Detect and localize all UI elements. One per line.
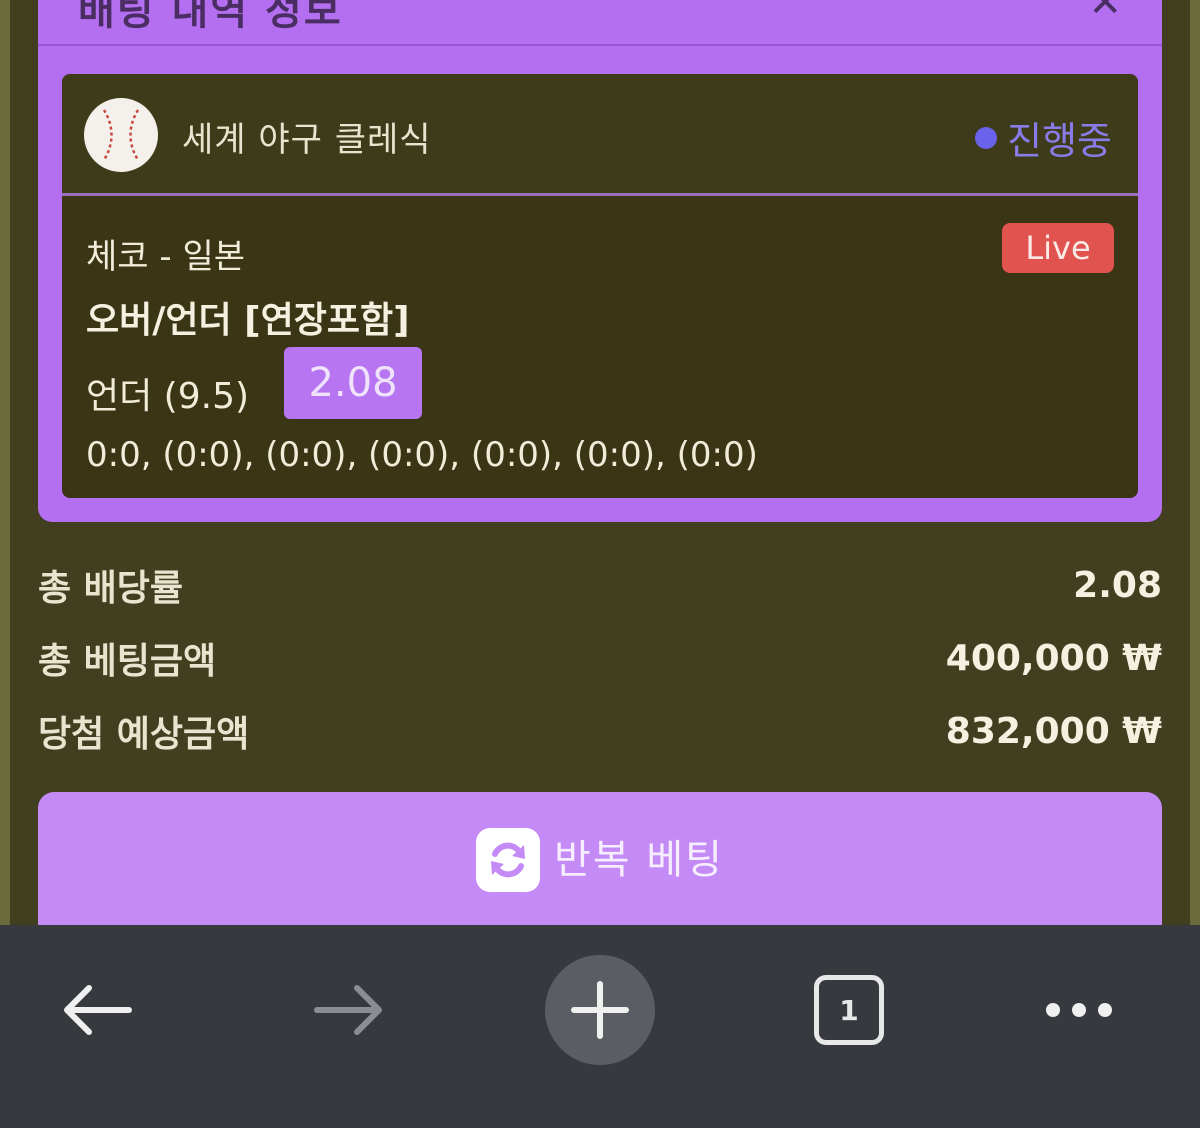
game-body: 체코 - 일본 Live 오버/언더 [연장포함] 언더 (9.5) 2.08 … — [62, 199, 1138, 498]
expected-win-value: 832,000 ₩ — [945, 710, 1162, 752]
odds-badge: 2.08 — [284, 347, 422, 419]
status-dot-icon — [975, 126, 998, 149]
back-arrow-icon[interactable] — [42, 955, 152, 1065]
expected-win-label: 당첨 예상금액 — [38, 714, 250, 755]
bet-pick: 언더 (9.5) — [86, 376, 250, 417]
panel-title: 배팅 내역 정보 — [78, 0, 343, 34]
summary-total-bet: 총 베팅금액 400,000 ₩ — [38, 633, 1162, 683]
repeat-bet-label: 반복 베팅 — [554, 837, 724, 883]
tabs-button[interactable]: 1 — [794, 955, 904, 1065]
plus-icon — [545, 955, 655, 1065]
refresh-icon — [476, 828, 541, 892]
repeat-bet-button[interactable]: 반복 베팅 — [38, 792, 1162, 942]
total-bet-value: 400,000 ₩ — [945, 637, 1162, 679]
status-indicator: 진행중 — [975, 110, 1112, 165]
game-header: 세계 야구 클레식 진행중 — [62, 74, 1138, 196]
forward-arrow-icon[interactable] — [294, 955, 404, 1065]
game-card: 세계 야구 클레식 진행중 체코 - 일본 Live 오버/언더 [연장포함] … — [62, 74, 1138, 498]
bet-detail-panel: 배팅 내역 정보 ✕ 세계 야구 클레식 진행중 체코 - 일본 Live 오버… — [38, 0, 1162, 522]
live-badge: Live — [1002, 223, 1114, 273]
panel-header: 배팅 내역 정보 ✕ — [38, 0, 1162, 46]
match-teams: 체코 - 일본 — [86, 237, 246, 277]
total-bet-label: 총 베팅금액 — [38, 641, 217, 682]
new-tab-button[interactable] — [545, 955, 655, 1065]
tab-count: 1 — [814, 975, 884, 1045]
status-label: 진행중 — [1007, 119, 1112, 163]
league-name: 세계 야구 클레식 — [182, 120, 432, 160]
summary-total-odds: 총 배당률 2.08 — [38, 560, 1162, 610]
more-icon[interactable] — [1024, 955, 1134, 1065]
summary-expected-win: 당첨 예상금액 832,000 ₩ — [38, 706, 1162, 756]
baseball-icon — [84, 98, 158, 172]
total-odds-value: 2.08 — [1073, 564, 1162, 606]
browser-bottom-bar: 1 — [0, 925, 1200, 1128]
close-icon[interactable]: ✕ — [1088, 0, 1122, 26]
total-odds-label: 총 배당률 — [38, 568, 184, 609]
market-name: 오버/언더 [연장포함] — [86, 300, 410, 341]
score-line: 0:0, (0:0), (0:0), (0:0), (0:0), (0:0), … — [86, 435, 758, 475]
